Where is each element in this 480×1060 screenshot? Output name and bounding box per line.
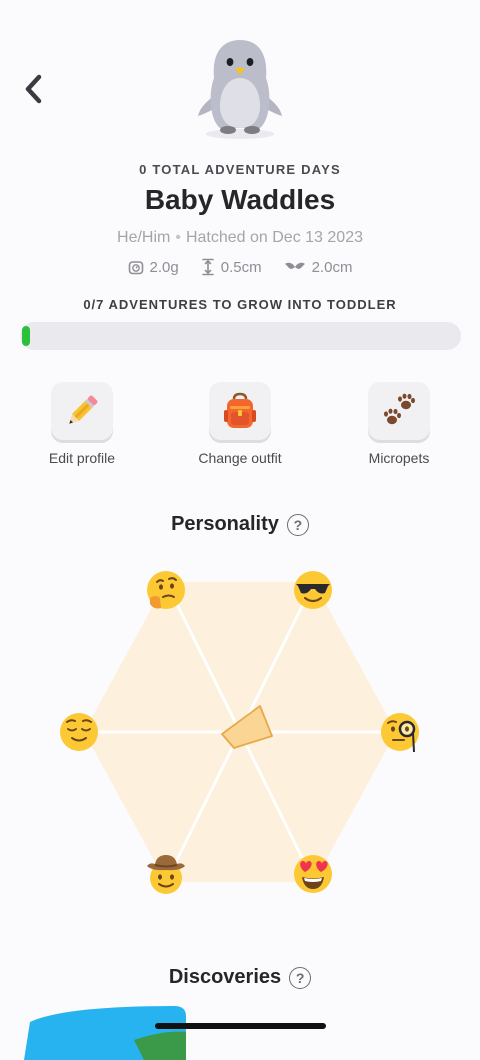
micropets-button[interactable]: Micropets xyxy=(339,382,459,466)
edit-profile-tile xyxy=(51,382,113,440)
paw-prints-icon xyxy=(384,393,415,425)
back-button[interactable] xyxy=(18,72,48,106)
change-outfit-label: Change outfit xyxy=(198,450,282,466)
discovery-card[interactable] xyxy=(24,1000,188,1060)
thinking-face-icon xyxy=(147,571,185,609)
discoveries-header: Discoveries ? xyxy=(0,966,480,989)
pet-name: Baby Waddles xyxy=(144,184,336,215)
sunglasses-face-icon xyxy=(294,571,332,609)
change-outfit-tile xyxy=(209,382,271,440)
pet-pronouns: He/Him xyxy=(117,229,171,246)
pet-hatched-date: Hatched on Dec 13 2023 xyxy=(185,229,363,246)
heart-eyes-face-icon xyxy=(294,855,332,893)
penguin-mascot xyxy=(198,40,282,139)
weight-scale-icon xyxy=(128,261,143,275)
pet-stats: 2.0g 0.5cm 2.0cm xyxy=(0,258,480,276)
height-icon xyxy=(201,258,214,276)
pet-subtitle: He/Him • Hatched on Dec 13 2023 xyxy=(0,229,480,247)
separator-dot: • xyxy=(175,229,181,246)
stat-weight: 2.0g xyxy=(128,258,179,276)
relieved-face-icon xyxy=(60,713,98,751)
personality-help-button[interactable]: ? xyxy=(286,513,309,536)
micropets-label: Micropets xyxy=(368,450,430,466)
personality-title: Personality xyxy=(171,513,279,535)
wingspan-icon xyxy=(284,262,305,269)
change-outfit-button[interactable]: Change outfit xyxy=(180,382,300,466)
discoveries-title: Discoveries xyxy=(168,966,282,988)
stat-wingspan: 2.0cm xyxy=(284,258,353,276)
edit-profile-button[interactable]: Edit profile xyxy=(22,382,142,466)
personality-header: Personality ? xyxy=(0,513,480,536)
question-mark-icon: ? xyxy=(295,969,305,986)
question-mark-icon: ? xyxy=(293,516,303,533)
home-indicator xyxy=(155,1023,326,1029)
stat-height: 0.5cm xyxy=(201,258,262,276)
stat-wingspan-value: 2.0cm xyxy=(311,258,353,276)
edit-profile-label: Edit profile xyxy=(48,450,116,466)
backpack-icon xyxy=(224,392,256,428)
pencil-icon xyxy=(69,395,98,424)
discoveries-help-button[interactable]: ? xyxy=(289,966,312,989)
chevron-left-icon xyxy=(25,74,42,104)
growth-label: 0/7 ADVENTURES TO GROW INTO TODDLER xyxy=(83,297,397,312)
stat-height-value: 0.5cm xyxy=(220,258,262,276)
growth-progress-fill xyxy=(22,326,30,346)
profile-actions: Edit profile Change outfit Micropets xyxy=(0,382,480,472)
growth-progress-bar xyxy=(20,322,461,350)
cowboy-face-icon xyxy=(147,855,185,894)
micropets-tile xyxy=(368,382,430,440)
monocle-face-icon xyxy=(381,713,419,753)
total-adventure-days: 0 TOTAL ADVENTURE DAYS xyxy=(139,162,341,177)
personality-chart xyxy=(40,560,440,900)
stat-weight-value: 2.0g xyxy=(149,258,179,276)
